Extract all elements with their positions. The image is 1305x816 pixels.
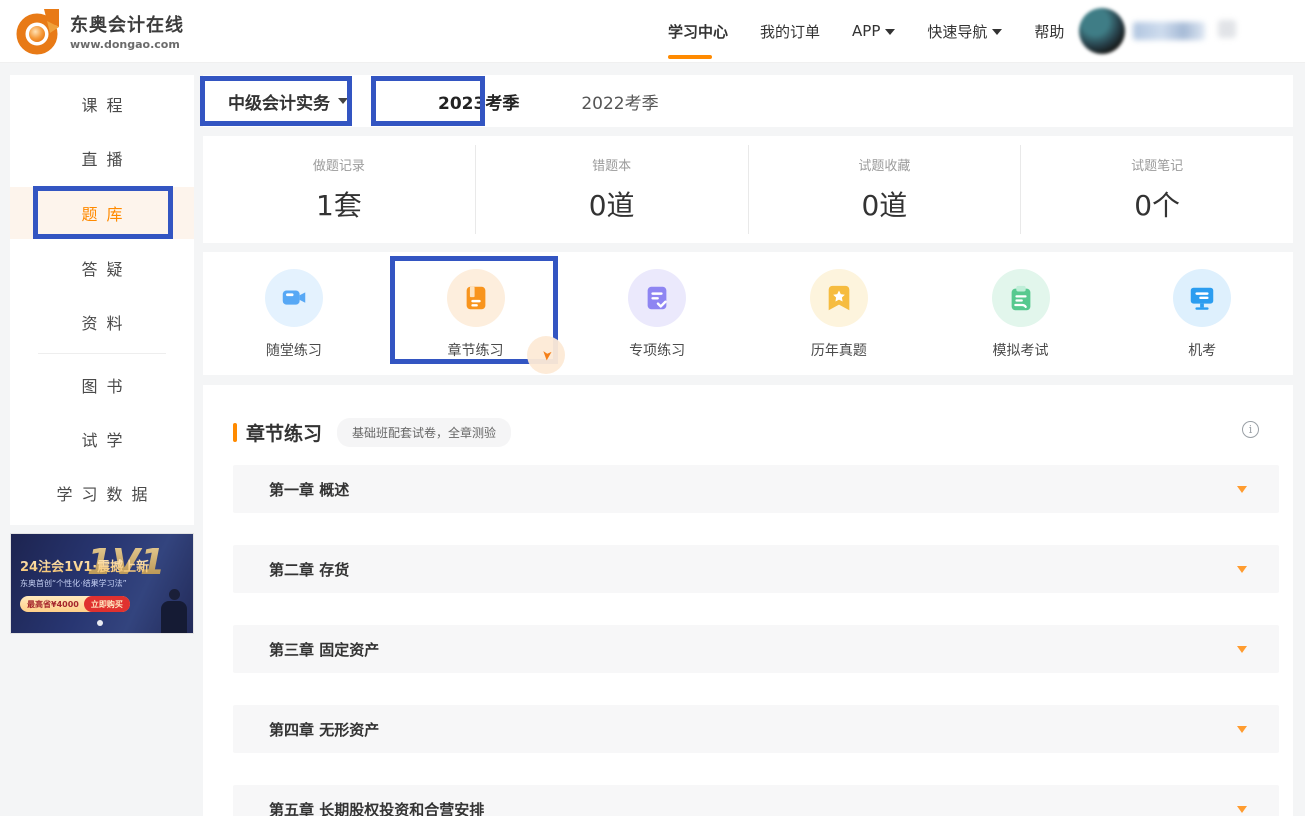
carousel-dot[interactable] [97, 620, 103, 626]
practice-type-chapter[interactable]: 章节练习 [385, 252, 567, 375]
ad-person-image [161, 589, 187, 633]
section-header: 章节练习 基础班配套试卷，全章测验 [233, 418, 511, 447]
nav-my-orders[interactable]: 我的订单 [760, 0, 820, 62]
practice-type-mock-exam[interactable]: 模拟考试 [930, 252, 1112, 375]
sidebar-item-question-bank[interactable]: 题库 [10, 187, 194, 239]
subject-tabs-panel: 中级会计实务 2023考季 2022考季 [203, 75, 1293, 127]
section-badge: 基础班配套试卷，全章测验 [337, 418, 511, 447]
chapter-row-4[interactable]: 第四章 无形资产 [233, 705, 1279, 753]
brand-url: www.dongao.com [70, 38, 184, 51]
sidebar-ad-banner[interactable]: 1V1 24注会1V1·震撼上新 东奥首创“个性化·结果学习法” 最高省¥400… [10, 533, 194, 634]
info-icon[interactable]: i [1242, 421, 1259, 438]
practice-types-panel: 随堂练习 章节练习 专项练习 [203, 252, 1293, 375]
sidebar-item-books[interactable]: 图书 [10, 360, 194, 410]
ad-promo-pill[interactable]: 最高省¥4000 立即购买 [20, 596, 130, 612]
monitor-icon [1173, 269, 1231, 327]
chevron-down-icon [338, 98, 348, 104]
bookmark-star-icon [810, 269, 868, 327]
expand-caret-icon[interactable] [1237, 486, 1247, 493]
stat-wrong-answers[interactable]: 错题本 0道 [475, 145, 748, 234]
clipboard-icon [992, 269, 1050, 327]
sidebar-item-trial[interactable]: 试学 [10, 414, 194, 464]
sidebar-menu: 课程 直播 题库 答疑 资料 图书 试学 学习数据 [10, 75, 194, 525]
practice-type-classroom[interactable]: 随堂练习 [203, 252, 385, 375]
sidebar-item-live[interactable]: 直播 [10, 133, 194, 183]
chapter-row-2[interactable]: 第二章 存货 [233, 545, 1279, 593]
sidebar-item-courses[interactable]: 课程 [10, 79, 194, 129]
tab-season-2023[interactable]: 2023考季 [438, 89, 519, 114]
nav-learning-center[interactable]: 学习中心 [668, 0, 728, 62]
document-check-icon [628, 269, 686, 327]
nav-app-menu[interactable]: APP [852, 0, 895, 62]
header-misc-icon [1218, 20, 1236, 38]
tab-season-2022[interactable]: 2022考季 [581, 89, 658, 114]
subject-dropdown[interactable]: 中级会计实务 [228, 89, 348, 114]
stats-panel: 做题记录 1套 错题本 0道 试题收藏 0道 试题笔记 0个 [203, 136, 1293, 243]
practice-type-past-exams[interactable]: 历年真题 [748, 252, 930, 375]
sidebar-item-materials[interactable]: 资料 [10, 297, 194, 347]
section-accent-bar [233, 423, 237, 442]
chapter-row-3[interactable]: 第三章 固定资产 [233, 625, 1279, 673]
ad-subtitle: 东奥首创“个性化·结果学习法” [20, 578, 127, 589]
chevron-down-icon [885, 29, 895, 35]
book-icon [447, 269, 505, 327]
chapter-practice-section: 章节练习 基础班配套试卷，全章测验 i 第一章 概述 第二章 存货 第三章 固定… [203, 385, 1293, 816]
chapter-row-5[interactable]: 第五章 长期股权投资和合营安排 [233, 785, 1279, 816]
expand-caret-icon[interactable] [1237, 566, 1247, 573]
top-nav: 学习中心 我的订单 APP 快速导航 帮助 [668, 0, 1064, 62]
expand-caret-icon[interactable] [1237, 726, 1247, 733]
user-avatar[interactable] [1079, 8, 1125, 54]
ad-buy-button[interactable]: 立即购买 [84, 596, 130, 612]
brand-name: 东奥会计在线 [70, 11, 184, 37]
user-name-blurred[interactable] [1133, 22, 1205, 40]
sidebar-item-study-data[interactable]: 学习数据 [10, 468, 194, 518]
ad-title: 24注会1V1·震撼上新 [20, 556, 149, 575]
active-nav-underline [668, 55, 712, 59]
practice-type-special[interactable]: 专项练习 [566, 252, 748, 375]
nav-quick-navigation[interactable]: 快速导航 [927, 0, 1002, 62]
sidebar-item-qa[interactable]: 答疑 [10, 243, 194, 293]
practice-type-computer-exam[interactable]: 机考 [1111, 252, 1293, 375]
chapter-row-1[interactable]: 第一章 概述 [233, 465, 1279, 513]
top-header: 东奥会计在线 www.dongao.com 学习中心 我的订单 APP 快速导航… [0, 0, 1305, 63]
section-title: 章节练习 [246, 419, 322, 446]
stat-notes[interactable]: 试题笔记 0个 [1020, 145, 1293, 234]
expand-caret-icon[interactable] [1237, 806, 1247, 813]
chevron-down-icon [992, 29, 1002, 35]
brand-logo[interactable]: 东奥会计在线 www.dongao.com [14, 7, 184, 55]
stat-practice-records[interactable]: 做题记录 1套 [203, 145, 475, 234]
stat-favorites[interactable]: 试题收藏 0道 [748, 145, 1021, 234]
expand-caret-icon[interactable] [1237, 646, 1247, 653]
dongao-logo-icon [14, 7, 62, 55]
sidebar-divider [38, 353, 166, 354]
nav-help[interactable]: 帮助 [1034, 0, 1064, 62]
video-camera-icon [265, 269, 323, 327]
